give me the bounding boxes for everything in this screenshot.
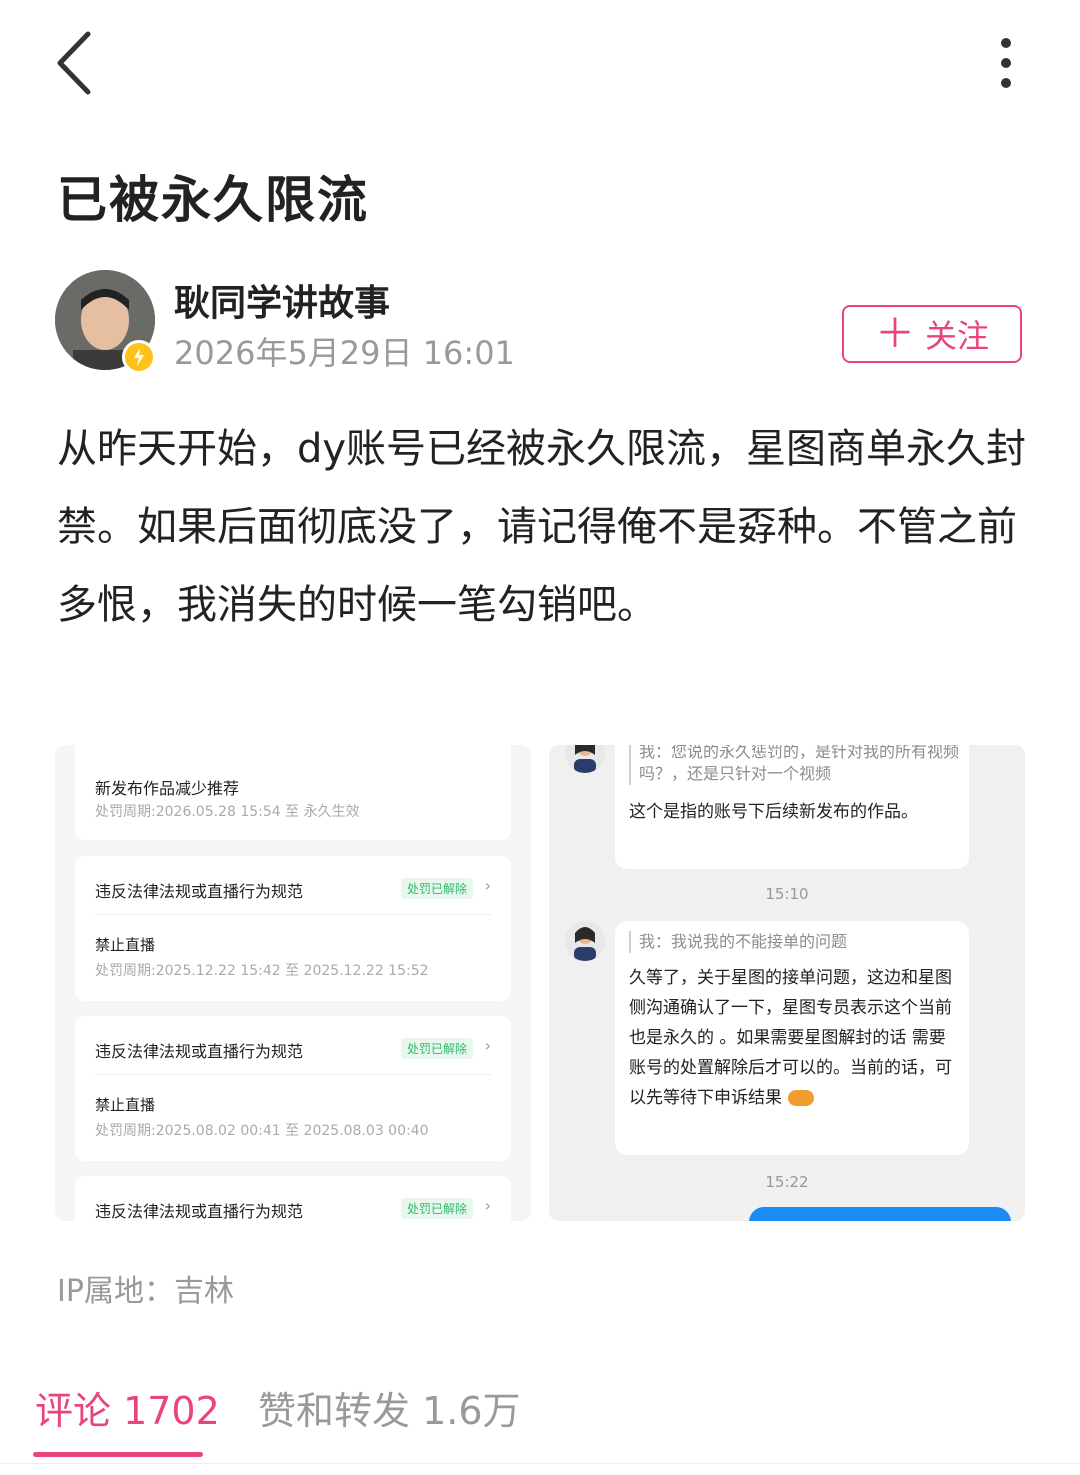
top-bar bbox=[0, 0, 1080, 130]
post-title: 已被永久限流 bbox=[57, 171, 369, 229]
follow-label: 关注 bbox=[924, 317, 989, 355]
penalty-period: 处罚周期:2025.12.22 15:42 至 2025.12.22 15:52 bbox=[95, 963, 429, 979]
plus-icon: ＋ bbox=[874, 311, 915, 357]
status-badge: 处罚已解除 bbox=[400, 878, 473, 899]
chevron-left-icon bbox=[57, 31, 91, 95]
tab-comments[interactable]: 评论 1702 bbox=[35, 1380, 220, 1435]
penalty-card: 新发布作品减少推荐 处罚周期:2026.05.28 15:54 至 永久生效 bbox=[75, 745, 511, 840]
chevron-right-icon: › bbox=[484, 1036, 491, 1055]
penalty-title: 违反法律法规或直播行为规范 bbox=[95, 1042, 304, 1061]
status-badge: 处罚已解除 bbox=[400, 1198, 473, 1219]
chat-bubble: 我：我说我的不能接单的问题 久等了，关于星图的接单问题，这边和星图侧沟通确认了一… bbox=[615, 921, 969, 1155]
divider bbox=[0, 1463, 1080, 1464]
more-vertical-icon bbox=[1001, 38, 1011, 48]
back-button[interactable] bbox=[50, 28, 110, 98]
chat-quote: 我：我说我的不能接单的问题 bbox=[629, 931, 959, 953]
chevron-right-icon: › bbox=[484, 1196, 491, 1215]
penalty-detail: 禁止直播 bbox=[95, 1096, 156, 1114]
chat-reply-text: 久等了，关于星图的接单问题，这边和星图侧沟通确认了一下，星图专员表示这个当前也是… bbox=[629, 968, 952, 1108]
chat-time: 15:22 bbox=[765, 1173, 809, 1191]
verified-badge-icon bbox=[122, 340, 156, 374]
penalty-title: 违反法律法规或直播行为规范 bbox=[95, 882, 304, 901]
support-agent-avatar bbox=[565, 921, 605, 961]
attached-image-penalties[interactable]: 新发布作品减少推荐 处罚周期:2026.05.28 15:54 至 永久生效 违… bbox=[55, 745, 531, 1221]
penalty-card: 违反法律法规或直播行为规范 处罚已解除 › bbox=[75, 1176, 511, 1221]
tab-active-indicator bbox=[33, 1452, 203, 1457]
more-button[interactable] bbox=[990, 38, 1024, 90]
status-badge: 处罚已解除 bbox=[400, 1038, 473, 1059]
chevron-right-icon: › bbox=[484, 876, 491, 895]
penalty-card: 违反法律法规或直播行为规范 处罚已解除 › 禁止直播 处罚周期:2025.08.… bbox=[75, 1016, 511, 1161]
my-message-bubble bbox=[749, 1207, 1011, 1221]
chat-time: 15:10 bbox=[765, 885, 809, 903]
ip-location: IP属地：吉林 bbox=[57, 1274, 234, 1309]
attached-image-chat[interactable]: 我：您说的永久惩罚的，是针对我的所有视频吗？，还是只针对一个视频 这个是指的账号… bbox=[549, 745, 1025, 1221]
post-content: 从昨天开始，dy账号已经被永久限流，星图商单永久封禁。如果后面彻底没了，请记得俺… bbox=[57, 426, 1027, 628]
chat-bubble: 我：您说的永久惩罚的，是针对我的所有视频吗？，还是只针对一个视频 这个是指的账号… bbox=[615, 745, 969, 869]
support-agent-avatar bbox=[565, 745, 605, 773]
penalty-card: 违反法律法规或直播行为规范 处罚已解除 › 禁止直播 处罚周期:2025.12.… bbox=[75, 856, 511, 1001]
author-name[interactable]: 耿同学讲故事 bbox=[174, 274, 390, 326]
penalty-detail: 禁止直播 bbox=[95, 936, 156, 954]
tab-bar: 评论 1702 赞和转发 1.6万 bbox=[0, 1370, 1080, 1460]
penalty-period: 处罚周期:2025.08.02 00:41 至 2025.08.03 00:40 bbox=[95, 1123, 429, 1139]
tab-likes-reposts[interactable]: 赞和转发 1.6万 bbox=[258, 1380, 521, 1435]
penalty-title: 新发布作品减少推荐 bbox=[95, 779, 240, 798]
chat-quote: 我：您说的永久惩罚的，是针对我的所有视频吗？，还是只针对一个视频 bbox=[629, 745, 959, 785]
emoji-icon bbox=[788, 1090, 814, 1106]
chat-reply: 这个是指的账号下后续新发布的作品。 bbox=[629, 802, 918, 822]
post-timestamp: 2026年5月29日 16:01 bbox=[174, 334, 515, 372]
follow-button[interactable]: ＋ 关注 bbox=[842, 305, 1022, 363]
chat-reply: 久等了，关于星图的接单问题，这边和星图侧沟通确认了一下，星图专员表示这个当前也是… bbox=[629, 963, 959, 1113]
penalty-title: 违反法律法规或直播行为规范 bbox=[95, 1202, 304, 1221]
penalty-period: 处罚周期:2026.05.28 15:54 至 永久生效 bbox=[95, 804, 360, 820]
